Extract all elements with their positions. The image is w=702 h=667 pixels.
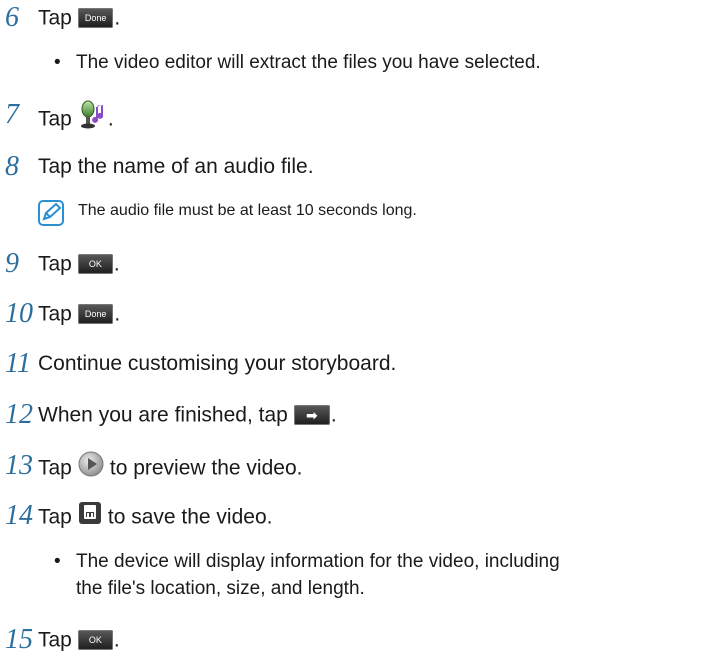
step-number: 12 [5,399,33,430]
done-button[interactable]: Done [77,304,114,325]
step-number: 6 [5,2,19,33]
step-number: 14 [5,500,33,531]
step-number: 8 [5,151,19,182]
step-number: 9 [5,248,19,279]
step-number: 13 [5,450,33,481]
step-number: 10 [5,298,33,329]
ok-button[interactable]: OK [77,254,113,275]
step-number: 7 [5,99,19,130]
done-button[interactable]: Done [77,8,114,29]
note-pencil-icon [38,200,64,235]
step-number: 15 [5,624,33,655]
play-icon[interactable] [78,451,104,486]
save-icon[interactable] [78,501,102,534]
next-arrow-button[interactable]: ➡ [293,405,330,426]
step-number: 11 [5,348,31,379]
music-mic-icon[interactable] [78,100,106,139]
step-text: Tap [38,6,72,30]
ok-button[interactable]: OK [77,630,113,651]
